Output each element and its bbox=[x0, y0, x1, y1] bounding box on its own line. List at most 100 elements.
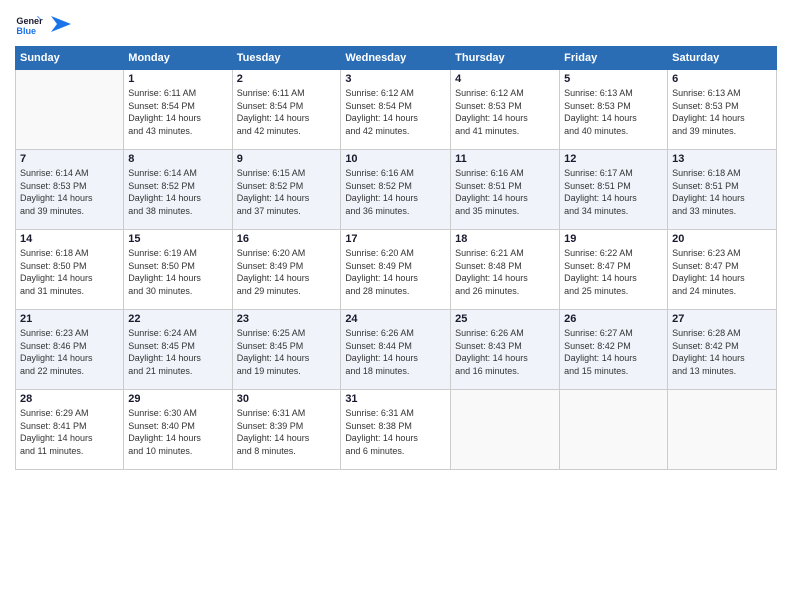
calendar-cell: 15 Sunrise: 6:19 AM Sunset: 8:50 PM Dayli… bbox=[124, 230, 232, 310]
day-number: 23 bbox=[237, 313, 337, 325]
day-number: 14 bbox=[20, 233, 119, 245]
calendar-cell bbox=[560, 390, 668, 470]
day-number: 2 bbox=[237, 73, 337, 85]
day-info: Sunrise: 6:21 AM Sunset: 8:48 PM Dayligh… bbox=[455, 247, 555, 297]
calendar-page: General Blue SundayMondayTuesdayWednesda… bbox=[0, 0, 792, 612]
calendar-cell bbox=[451, 390, 560, 470]
day-info: Sunrise: 6:16 AM Sunset: 8:51 PM Dayligh… bbox=[455, 167, 555, 217]
day-number: 11 bbox=[455, 153, 555, 165]
day-info: Sunrise: 6:29 AM Sunset: 8:41 PM Dayligh… bbox=[20, 407, 119, 457]
weekday-header-sunday: Sunday bbox=[16, 47, 124, 70]
day-number: 10 bbox=[345, 153, 446, 165]
calendar-cell: 3Sunrise: 6:12 AM Sunset: 8:54 PM Daylig… bbox=[341, 70, 451, 150]
day-info: Sunrise: 6:27 AM Sunset: 8:42 PM Dayligh… bbox=[564, 327, 663, 377]
day-info: Sunrise: 6:20 AM Sunset: 8:49 PM Dayligh… bbox=[345, 247, 446, 297]
day-info: Sunrise: 6:13 AM Sunset: 8:53 PM Dayligh… bbox=[564, 87, 663, 137]
day-number: 28 bbox=[20, 393, 119, 405]
day-info: Sunrise: 6:31 AM Sunset: 8:39 PM Dayligh… bbox=[237, 407, 337, 457]
day-info: Sunrise: 6:19 AM Sunset: 8:50 PM Dayligh… bbox=[128, 247, 227, 297]
calendar-cell: 2 Sunrise: 6:11 AM Sunset: 8:54 PM Daylig… bbox=[232, 70, 341, 150]
day-info: Sunrise: 6:18 AM Sunset: 8:50 PM Dayligh… bbox=[20, 247, 119, 297]
day-info: Sunrise: 6:16 AM Sunset: 8:52 PM Dayligh… bbox=[345, 167, 446, 217]
calendar-cell: 14 Sunrise: 6:18 AM Sunset: 8:50 PM Dayli… bbox=[16, 230, 124, 310]
day-number: 17 bbox=[345, 233, 446, 245]
week-row-3: 14 Sunrise: 6:18 AM Sunset: 8:50 PM Dayli… bbox=[16, 230, 777, 310]
day-number: 16 bbox=[237, 233, 337, 245]
calendar-cell: 11 Sunrise: 6:16 AM Sunset: 8:51 PM Dayli… bbox=[451, 150, 560, 230]
calendar-cell: 10 Sunrise: 6:16 AM Sunset: 8:52 PM Dayli… bbox=[341, 150, 451, 230]
day-number: 20 bbox=[672, 233, 772, 245]
day-info: Sunrise: 6:24 AM Sunset: 8:45 PM Dayligh… bbox=[128, 327, 227, 377]
calendar-cell: 30 Sunrise: 6:31 AM Sunset: 8:39 PM Dayli… bbox=[232, 390, 341, 470]
day-info: Sunrise: 6:17 AM Sunset: 8:51 PM Dayligh… bbox=[564, 167, 663, 217]
day-number: 15 bbox=[128, 233, 227, 245]
calendar-cell: 12 Sunrise: 6:17 AM Sunset: 8:51 PM Dayli… bbox=[560, 150, 668, 230]
day-number: 1 bbox=[128, 73, 227, 85]
calendar-cell: 6 Sunrise: 6:13 AM Sunset: 8:53 PM Daylig… bbox=[668, 70, 777, 150]
calendar-cell: 18 Sunrise: 6:21 AM Sunset: 8:48 PM Dayli… bbox=[451, 230, 560, 310]
header: General Blue bbox=[15, 10, 777, 38]
calendar-cell bbox=[668, 390, 777, 470]
weekday-header-saturday: Saturday bbox=[668, 47, 777, 70]
day-number: 18 bbox=[455, 233, 555, 245]
day-info: Sunrise: 6:14 AM Sunset: 8:53 PM Dayligh… bbox=[20, 167, 119, 217]
calendar-cell: 4 Sunrise: 6:12 AM Sunset: 8:53 PM Daylig… bbox=[451, 70, 560, 150]
day-number: 24 bbox=[345, 313, 446, 325]
day-info: Sunrise: 6:31 AM Sunset: 8:38 PM Dayligh… bbox=[345, 407, 446, 457]
day-number: 7 bbox=[20, 153, 119, 165]
day-number: 6 bbox=[672, 73, 772, 85]
day-number: 12 bbox=[564, 153, 663, 165]
calendar-cell: 28 Sunrise: 6:29 AM Sunset: 8:41 PM Dayli… bbox=[16, 390, 124, 470]
day-info: Sunrise: 6:22 AM Sunset: 8:47 PM Dayligh… bbox=[564, 247, 663, 297]
day-number: 29 bbox=[128, 393, 227, 405]
day-number: 25 bbox=[455, 313, 555, 325]
calendar-cell bbox=[16, 70, 124, 150]
day-number: 31 bbox=[345, 393, 446, 405]
calendar-cell: 24 Sunrise: 6:26 AM Sunset: 8:44 PM Dayli… bbox=[341, 310, 451, 390]
calendar-cell: 25 Sunrise: 6:26 AM Sunset: 8:43 PM Dayli… bbox=[451, 310, 560, 390]
day-info: Sunrise: 6:28 AM Sunset: 8:42 PM Dayligh… bbox=[672, 327, 772, 377]
day-info: Sunrise: 6:13 AM Sunset: 8:53 PM Dayligh… bbox=[672, 87, 772, 137]
calendar-cell: 8Sunrise: 6:14 AM Sunset: 8:52 PM Daylig… bbox=[124, 150, 232, 230]
weekday-header-row: SundayMondayTuesdayWednesdayThursdayFrid… bbox=[16, 47, 777, 70]
day-info: Sunrise: 6:11 AM Sunset: 8:54 PM Dayligh… bbox=[128, 87, 227, 137]
calendar-cell: 27Sunrise: 6:28 AM Sunset: 8:42 PM Dayli… bbox=[668, 310, 777, 390]
week-row-4: 21Sunrise: 6:23 AM Sunset: 8:46 PM Dayli… bbox=[16, 310, 777, 390]
logo: General Blue bbox=[15, 10, 71, 38]
day-number: 3 bbox=[345, 73, 446, 85]
day-info: Sunrise: 6:14 AM Sunset: 8:52 PM Dayligh… bbox=[128, 167, 227, 217]
day-number: 21 bbox=[20, 313, 119, 325]
day-info: Sunrise: 6:25 AM Sunset: 8:45 PM Dayligh… bbox=[237, 327, 337, 377]
calendar-cell: 17 Sunrise: 6:20 AM Sunset: 8:49 PM Dayli… bbox=[341, 230, 451, 310]
calendar-cell: 5 Sunrise: 6:13 AM Sunset: 8:53 PM Daylig… bbox=[560, 70, 668, 150]
week-row-5: 28 Sunrise: 6:29 AM Sunset: 8:41 PM Dayli… bbox=[16, 390, 777, 470]
day-number: 30 bbox=[237, 393, 337, 405]
day-info: Sunrise: 6:18 AM Sunset: 8:51 PM Dayligh… bbox=[672, 167, 772, 217]
calendar-cell: 7 Sunrise: 6:14 AM Sunset: 8:53 PM Daylig… bbox=[16, 150, 124, 230]
day-info: Sunrise: 6:23 AM Sunset: 8:47 PM Dayligh… bbox=[672, 247, 772, 297]
weekday-header-monday: Monday bbox=[124, 47, 232, 70]
calendar-cell: 13Sunrise: 6:18 AM Sunset: 8:51 PM Dayli… bbox=[668, 150, 777, 230]
day-info: Sunrise: 6:26 AM Sunset: 8:44 PM Dayligh… bbox=[345, 327, 446, 377]
calendar-cell: 16Sunrise: 6:20 AM Sunset: 8:49 PM Dayli… bbox=[232, 230, 341, 310]
day-number: 5 bbox=[564, 73, 663, 85]
weekday-header-thursday: Thursday bbox=[451, 47, 560, 70]
day-number: 9 bbox=[237, 153, 337, 165]
day-number: 19 bbox=[564, 233, 663, 245]
calendar-cell: 20 Sunrise: 6:23 AM Sunset: 8:47 PM Dayli… bbox=[668, 230, 777, 310]
day-info: Sunrise: 6:12 AM Sunset: 8:53 PM Dayligh… bbox=[455, 87, 555, 137]
calendar-table: SundayMondayTuesdayWednesdayThursdayFrid… bbox=[15, 46, 777, 470]
day-info: Sunrise: 6:30 AM Sunset: 8:40 PM Dayligh… bbox=[128, 407, 227, 457]
day-info: Sunrise: 6:26 AM Sunset: 8:43 PM Dayligh… bbox=[455, 327, 555, 377]
week-row-2: 7 Sunrise: 6:14 AM Sunset: 8:53 PM Daylig… bbox=[16, 150, 777, 230]
weekday-header-wednesday: Wednesday bbox=[341, 47, 451, 70]
day-info: Sunrise: 6:15 AM Sunset: 8:52 PM Dayligh… bbox=[237, 167, 337, 217]
calendar-cell: 22 Sunrise: 6:24 AM Sunset: 8:45 PM Dayli… bbox=[124, 310, 232, 390]
day-info: Sunrise: 6:11 AM Sunset: 8:54 PM Dayligh… bbox=[237, 87, 337, 137]
calendar-cell: 26Sunrise: 6:27 AM Sunset: 8:42 PM Dayli… bbox=[560, 310, 668, 390]
calendar-cell: 1 Sunrise: 6:11 AM Sunset: 8:54 PM Daylig… bbox=[124, 70, 232, 150]
logo-icon: General Blue bbox=[15, 10, 43, 38]
weekday-header-friday: Friday bbox=[560, 47, 668, 70]
day-number: 22 bbox=[128, 313, 227, 325]
day-number: 4 bbox=[455, 73, 555, 85]
